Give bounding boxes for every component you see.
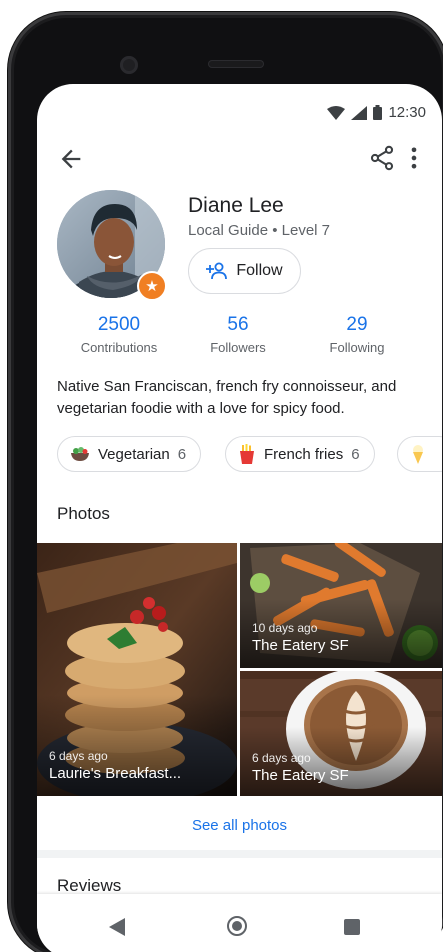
battery-icon [373, 105, 383, 120]
stat-label: Following [329, 340, 385, 355]
follow-label: Follow [236, 262, 283, 279]
photo-time: 10 days ago [252, 621, 318, 635]
earpiece-speaker [208, 60, 264, 68]
more-vert-icon[interactable] [400, 144, 428, 172]
wifi-icon [327, 105, 346, 120]
stat-followers[interactable]: 56 Followers [201, 314, 275, 355]
stat-label: Followers [210, 340, 266, 355]
stat-following[interactable]: 29 Following [319, 314, 395, 355]
photo-place: The Eatery SF [252, 767, 349, 784]
reviews-section-title: Reviews [57, 876, 122, 895]
local-guide-badge: ★ [137, 271, 167, 301]
stat-value: 2500 [97, 314, 141, 335]
chip-vegetarian[interactable]: Vegetarian 6 [57, 436, 202, 472]
system-nav-bar [37, 894, 442, 952]
photo-place: The Eatery SF [252, 637, 349, 654]
interest-chips: Vegetarian 6 French fries 6 [57, 436, 442, 472]
chip-french-fries[interactable]: French fries 6 [225, 436, 375, 472]
screen: 12:30 ★ Diane Lee Local Guide • Level 7 … [37, 84, 442, 952]
photo-sweet-potato-fries[interactable]: 10 days ago The Eatery SF [240, 543, 442, 668]
phone-frame: 12:30 ★ Diane Lee Local Guide • Level 7 … [8, 12, 443, 952]
star-icon: ★ [145, 278, 159, 295]
person-add-icon [206, 262, 228, 280]
front-camera [120, 56, 138, 74]
ice-cream-icon [413, 445, 423, 464]
status-time: 12:30 [388, 104, 426, 121]
section-divider [37, 850, 442, 858]
profile-stats: 2500 Contributions 56 Followers 29 Follo… [57, 314, 421, 364]
photo-time: 6 days ago [49, 749, 108, 763]
share-icon[interactable] [368, 144, 396, 172]
photo-time: 6 days ago [252, 751, 311, 765]
chip-label: Vegetarian [98, 445, 170, 463]
profile-level: Local Guide • Level 7 [188, 222, 331, 239]
photos-section-title: Photos [57, 504, 110, 523]
chip-count: 6 [177, 445, 187, 463]
signal-icon [351, 105, 368, 120]
chip-label: French fries [264, 445, 344, 463]
photo-place: Laurie's Breakfast... [49, 765, 182, 782]
nav-recents-icon[interactable] [344, 919, 360, 935]
profile-name: Diane Lee [188, 194, 284, 217]
status-icons: 12:30 [327, 104, 426, 121]
stat-contributions[interactable]: 2500 Contributions [73, 314, 165, 355]
stat-value: 29 [346, 314, 368, 335]
chip-ice-cream[interactable] [397, 436, 442, 472]
nav-home-icon[interactable] [227, 916, 247, 936]
app-bar [37, 136, 442, 180]
stat-value: 56 [227, 314, 249, 335]
fries-icon [240, 444, 254, 464]
nav-back-icon[interactable] [109, 918, 125, 936]
back-arrow-icon[interactable] [57, 145, 85, 173]
stat-label: Contributions [80, 340, 158, 355]
see-all-photos-link[interactable]: See all photos [37, 802, 442, 848]
chip-count: 6 [351, 445, 360, 463]
status-bar: 12:30 [37, 84, 442, 124]
salad-icon [71, 447, 89, 461]
photo-breakfast[interactable]: 6 days ago Laurie's Breakfast... [37, 543, 237, 796]
follow-button[interactable]: Follow [188, 248, 301, 294]
profile-bio: Native San Franciscan, french fry connoi… [57, 378, 397, 417]
photo-latte[interactable]: 6 days ago The Eatery SF [240, 671, 442, 796]
